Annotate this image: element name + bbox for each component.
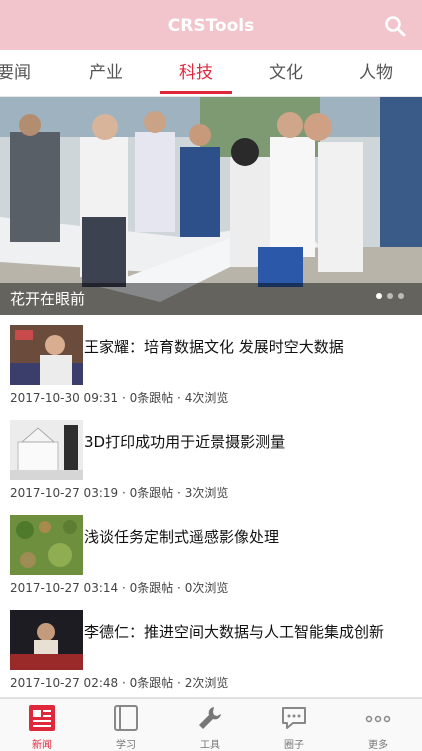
tab-chanye[interactable]: 产业 bbox=[66, 50, 146, 96]
chat-bubble-icon bbox=[282, 707, 306, 729]
carousel-dot[interactable] bbox=[387, 293, 393, 299]
nav-label: 学习 bbox=[116, 740, 136, 751]
news-meta: 2017-10-30 09:31 · 0条跟帖 · 4次浏览 bbox=[10, 391, 229, 405]
nav-more[interactable]: 更多 bbox=[336, 699, 420, 751]
news-meta: 2017-10-27 02:48 · 0条跟帖 · 2次浏览 bbox=[10, 676, 229, 690]
list-item[interactable]: 王家耀：培育数据文化 发展时空大数据 2017-10-30 09:31 · 0条… bbox=[0, 317, 422, 413]
tab-wenhua[interactable]: 文化 bbox=[246, 50, 326, 96]
news-thumbnail bbox=[10, 420, 83, 480]
tab-renwu[interactable]: 人物 bbox=[336, 50, 416, 96]
search-icon[interactable] bbox=[384, 15, 406, 37]
list-item[interactable]: 3D打印成功用于近景摄影测量 2017-10-27 03:19 · 0条跟帖 ·… bbox=[0, 412, 422, 508]
nav-label: 更多 bbox=[368, 740, 388, 751]
app-title: CRSTools bbox=[167, 16, 255, 36]
category-tabs: 要闻 产业 科技 文化 人物 bbox=[0, 50, 422, 97]
carousel-dot[interactable] bbox=[376, 293, 382, 299]
nav-label: 新闻 bbox=[32, 740, 52, 751]
news-title: 王家耀：培育数据文化 发展时空大数据 bbox=[84, 338, 344, 356]
news-title: 浅谈任务定制式遥感影像处理 bbox=[84, 528, 280, 546]
news-thumbnail bbox=[10, 325, 83, 385]
newspaper-icon bbox=[29, 705, 55, 731]
news-title: 李德仁：推进空间大数据与人工智能集成创新 bbox=[84, 623, 385, 641]
tab-yaowen[interactable]: 要闻 bbox=[0, 50, 54, 96]
banner-caption: 花开在眼前 bbox=[0, 283, 422, 315]
nav-circle[interactable]: 圈子 bbox=[252, 699, 336, 751]
carousel-indicator bbox=[371, 284, 404, 303]
active-tab-indicator bbox=[160, 91, 232, 94]
bottom-nav: 新闻 学习 工具 圈子 更多 bbox=[0, 698, 422, 751]
banner-carousel[interactable]: 花开在眼前 bbox=[0, 97, 422, 315]
carousel-dot[interactable] bbox=[398, 293, 404, 299]
tab-keji[interactable]: 科技 bbox=[156, 50, 236, 96]
book-icon bbox=[114, 705, 138, 731]
app-header: CRSTools bbox=[0, 0, 422, 50]
wrench-icon bbox=[199, 707, 221, 729]
nav-label: 工具 bbox=[200, 740, 220, 751]
list-item[interactable]: 李德仁：推进空间大数据与人工智能集成创新 2017-10-27 02:48 · … bbox=[0, 602, 422, 698]
more-dots-icon bbox=[365, 715, 391, 723]
nav-label: 圈子 bbox=[284, 740, 304, 751]
nav-news[interactable]: 新闻 bbox=[0, 699, 84, 751]
list-item[interactable]: 浅谈任务定制式遥感影像处理 2017-10-27 03:14 · 0条跟帖 · … bbox=[0, 507, 422, 603]
news-meta: 2017-10-27 03:14 · 0条跟帖 · 0次浏览 bbox=[10, 581, 229, 595]
nav-study[interactable]: 学习 bbox=[84, 699, 168, 751]
news-meta: 2017-10-27 03:19 · 0条跟帖 · 3次浏览 bbox=[10, 486, 229, 500]
news-thumbnail bbox=[10, 515, 83, 575]
news-title: 3D打印成功用于近景摄影测量 bbox=[84, 433, 286, 451]
nav-tools[interactable]: 工具 bbox=[168, 699, 252, 751]
news-thumbnail bbox=[10, 610, 83, 670]
